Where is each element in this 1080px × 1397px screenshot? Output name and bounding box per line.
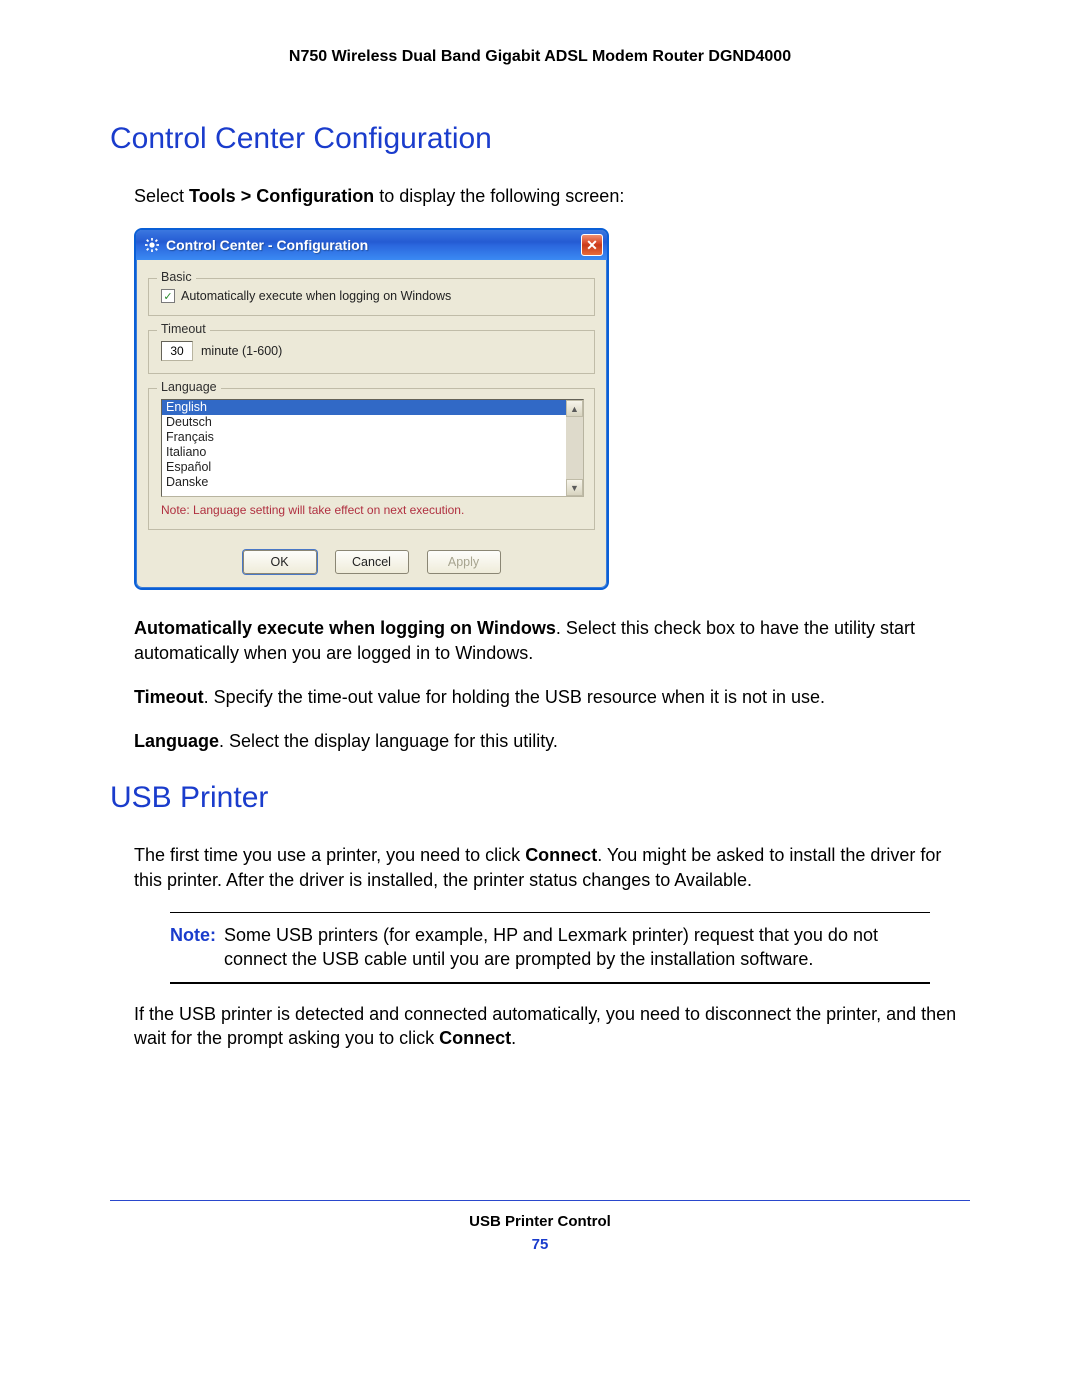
chevron-down-icon: ▼ xyxy=(570,483,579,493)
text: . xyxy=(511,1028,516,1048)
chevron-up-icon: ▲ xyxy=(570,404,579,414)
term: Language xyxy=(134,731,219,751)
auto-exec-label: Automatically execute when logging on Wi… xyxy=(181,289,451,303)
close-icon: ✕ xyxy=(586,237,598,254)
page-number: 75 xyxy=(110,1236,970,1253)
text: . Select the display language for this u… xyxy=(219,731,558,751)
term: Connect xyxy=(439,1028,511,1048)
timeout-input[interactable]: 30 xyxy=(161,341,193,361)
para-auto-exec: Automatically execute when logging on Wi… xyxy=(134,616,970,665)
term: Connect xyxy=(525,845,597,865)
note-body: Note: Some USB printers (for example, HP… xyxy=(170,913,930,982)
apply-button: Apply xyxy=(427,550,501,574)
timeout-hint: minute (1-600) xyxy=(201,344,282,358)
term: Automatically execute when logging on Wi… xyxy=(134,618,556,638)
gear-icon xyxy=(144,237,160,253)
note-label: Note: xyxy=(170,923,216,972)
language-listbox[interactable]: English Deutsch Français Italiano Españo… xyxy=(161,399,584,497)
heading-usb-printer: USB Printer xyxy=(110,781,970,815)
document-page: N750 Wireless Dual Band Gigabit ADSL Mod… xyxy=(0,0,1080,1283)
language-note: Note: Language setting will take effect … xyxy=(161,503,584,517)
titlebar[interactable]: Control Center - Configuration ✕ xyxy=(136,230,607,260)
footer-rule xyxy=(110,1200,970,1201)
close-button[interactable]: ✕ xyxy=(581,234,603,256)
dialog-title: Control Center - Configuration xyxy=(166,237,581,253)
heading-control-center: Control Center Configuration xyxy=(110,122,970,156)
footer: USB Printer Control 75 xyxy=(110,1213,970,1253)
list-item[interactable]: English xyxy=(162,400,566,415)
legend-language: Language xyxy=(157,380,221,394)
check-icon: ✓ xyxy=(163,290,172,303)
list-item[interactable]: Français xyxy=(162,430,566,445)
list-item[interactable]: Español xyxy=(162,460,566,475)
note-text: Some USB printers (for example, HP and L… xyxy=(224,923,930,972)
para-usb-2: If the USB printer is detected and conne… xyxy=(134,1002,970,1051)
para-usb-1: The first time you use a printer, you ne… xyxy=(134,843,970,892)
scrollbar[interactable]: ▲ ▼ xyxy=(566,400,583,496)
fieldset-timeout: Timeout 30 minute (1-600) xyxy=(148,330,595,374)
config-dialog: Control Center - Configuration ✕ Basic ✓… xyxy=(134,228,609,590)
list-item[interactable]: Danske xyxy=(162,475,566,490)
legend-timeout: Timeout xyxy=(157,322,210,336)
document-header: N750 Wireless Dual Band Gigabit ADSL Mod… xyxy=(110,48,970,66)
footer-title: USB Printer Control xyxy=(110,1213,970,1230)
note-block: Note: Some USB printers (for example, HP… xyxy=(170,912,930,984)
fieldset-language: Language English Deutsch Français Italia… xyxy=(148,388,595,530)
intro-paragraph: Select Tools > Configuration to display … xyxy=(134,184,970,208)
text: to display the following screen: xyxy=(374,186,624,206)
auto-exec-checkbox[interactable]: ✓ xyxy=(161,289,175,303)
ok-button[interactable]: OK xyxy=(243,550,317,574)
rule xyxy=(170,982,930,984)
button-row: OK Cancel Apply xyxy=(148,544,595,576)
dialog-body: Basic ✓ Automatically execute when loggi… xyxy=(136,260,607,588)
scroll-down-button[interactable]: ▼ xyxy=(566,479,583,496)
text: . Specify the time-out value for holding… xyxy=(204,687,825,707)
text: Select xyxy=(134,186,189,206)
menu-path: Tools > Configuration xyxy=(189,186,374,206)
list-item[interactable]: Italiano xyxy=(162,445,566,460)
text: If the USB printer is detected and conne… xyxy=(134,1004,956,1048)
para-timeout: Timeout. Specify the time-out value for … xyxy=(134,685,970,709)
term: Timeout xyxy=(134,687,204,707)
scroll-up-button[interactable]: ▲ xyxy=(566,400,583,417)
cancel-button[interactable]: Cancel xyxy=(335,550,409,574)
legend-basic: Basic xyxy=(157,270,196,284)
para-language: Language. Select the display language fo… xyxy=(134,729,970,753)
scroll-track[interactable] xyxy=(566,417,583,479)
text: The first time you use a printer, you ne… xyxy=(134,845,525,865)
fieldset-basic: Basic ✓ Automatically execute when loggi… xyxy=(148,278,595,316)
language-items: English Deutsch Français Italiano Españo… xyxy=(162,400,566,496)
list-item[interactable]: Deutsch xyxy=(162,415,566,430)
auto-exec-row[interactable]: ✓ Automatically execute when logging on … xyxy=(161,289,584,303)
